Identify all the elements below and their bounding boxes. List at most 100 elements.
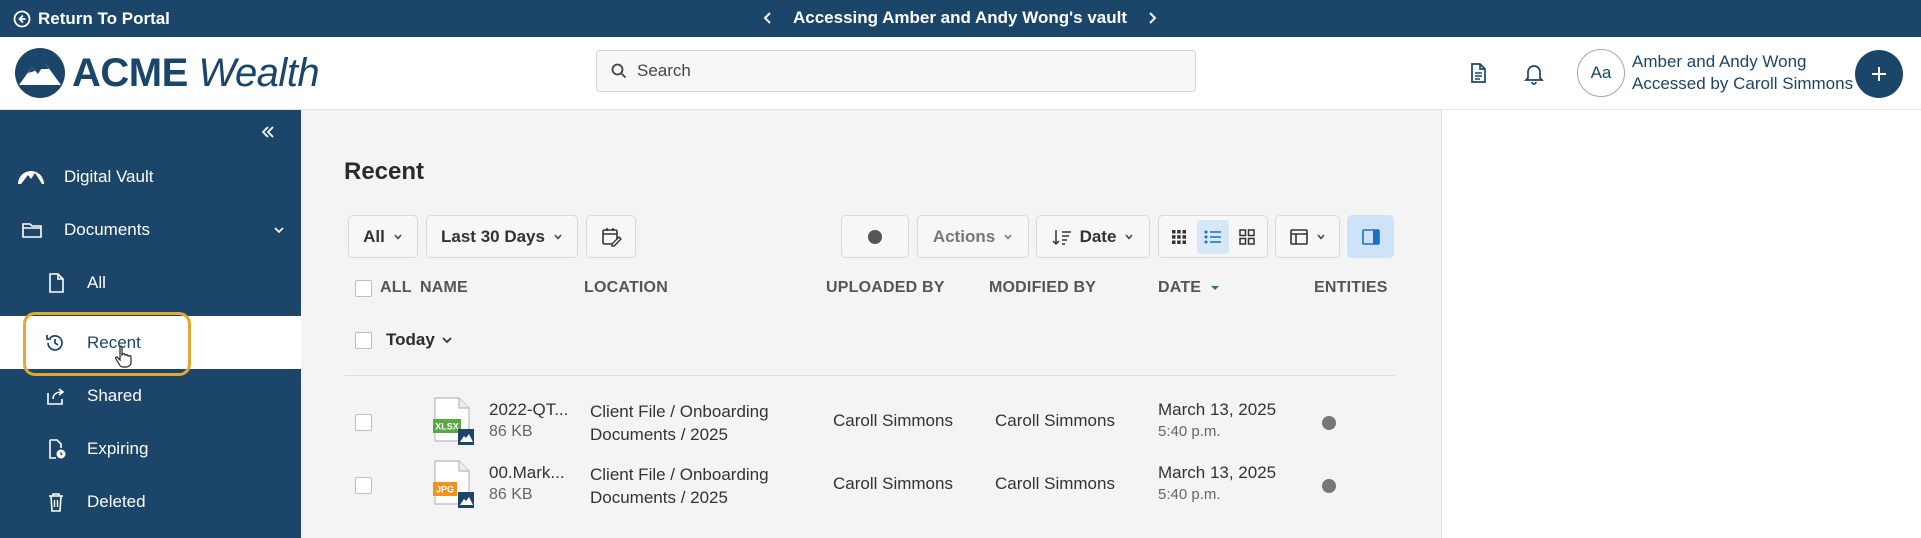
app-header: ACME Wealth Aa Amber and Andy Wong Acces… — [0, 37, 1921, 110]
column-header-location[interactable]: LOCATION — [584, 279, 668, 297]
share-icon — [47, 387, 65, 405]
chevron-down-icon — [554, 234, 562, 240]
file-time: 5:40 p.m. — [1158, 423, 1221, 440]
date-range-label: Last 30 Days — [441, 226, 545, 246]
file-size: 86 KB — [489, 423, 533, 440]
svg-text:XLSX: XLSX — [435, 422, 459, 432]
return-to-portal-label: Return To Portal — [38, 9, 170, 28]
column-header-all: ALL — [380, 279, 412, 296]
search-box[interactable] — [596, 50, 1196, 92]
history-icon — [46, 334, 63, 351]
file-clock-icon — [49, 438, 66, 459]
sidebar: Digital Vault Documents All Recent Share… — [0, 110, 301, 538]
column-header-date-label: DATE — [1158, 279, 1202, 296]
file-time: 5:40 p.m. — [1158, 486, 1221, 503]
chevron-left-icon[interactable] — [761, 11, 775, 25]
view-list-button[interactable] — [1197, 219, 1229, 254]
sidebar-item-all[interactable]: All — [0, 256, 301, 309]
sidebar-item-expiring[interactable]: Expiring — [0, 422, 301, 475]
user-info[interactable]: Amber and Andy Wong Accessed by Caroll S… — [1632, 51, 1853, 95]
list-icon — [1204, 230, 1221, 243]
portal-topbar: Return To Portal Accessing Amber and And… — [0, 0, 1921, 37]
actions-dropdown[interactable]: Actions — [917, 215, 1029, 258]
entity-dot-icon — [1322, 416, 1336, 430]
sidebar-item-label: Shared — [87, 385, 142, 405]
column-header-name[interactable]: NAME — [420, 279, 468, 297]
file-name[interactable]: 2022-QT... — [489, 400, 568, 420]
sidebar-item-documents[interactable]: Documents — [0, 203, 301, 256]
chevron-right-icon[interactable] — [1145, 11, 1159, 25]
sidebar-item-recent[interactable]: Recent — [0, 316, 301, 369]
location-line: Documents / 2025 — [590, 488, 728, 507]
details-panel — [1441, 110, 1921, 538]
column-header-date[interactable]: DATE — [1158, 279, 1220, 297]
modified-by: Caroll Simmons — [995, 474, 1115, 493]
folder-icon — [22, 222, 42, 238]
sidebar-item-shared[interactable]: Shared — [0, 369, 301, 422]
jpg-file-icon: JPG — [433, 460, 474, 508]
sidebar-item-deleted[interactable]: Deleted — [0, 475, 301, 528]
sort-icon — [1052, 229, 1071, 245]
column-header-entities[interactable]: ENTITIES — [1314, 279, 1388, 297]
chevron-down-icon — [1125, 234, 1133, 240]
chevron-down-icon — [394, 234, 402, 240]
row-checkbox[interactable] — [355, 477, 372, 494]
filter-all-dropdown[interactable]: All — [348, 215, 418, 258]
layout-icon — [1289, 228, 1308, 245]
chevron-down-icon — [442, 337, 452, 344]
modified-by: Caroll Simmons — [995, 411, 1115, 430]
svg-text:JPG: JPG — [436, 485, 454, 495]
toggle-details-panel-button[interactable] — [1347, 215, 1394, 258]
row-checkbox[interactable] — [355, 414, 372, 431]
user-name: Amber and Andy Wong — [1632, 52, 1807, 71]
user-accessed-by: Accessed by Caroll Simmons — [1632, 74, 1854, 93]
file-date: March 13, 2025 — [1158, 463, 1277, 482]
group-today[interactable]: Today — [345, 330, 453, 350]
group-checkbox[interactable] — [355, 331, 372, 349]
file-icon — [49, 272, 64, 293]
sort-dropdown[interactable]: Date — [1036, 215, 1150, 258]
sidebar-panel-icon — [1361, 228, 1380, 245]
uploaded-by: Caroll Simmons — [833, 474, 953, 493]
column-header-uploaded-by[interactable]: UPLOADED BY — [826, 279, 945, 297]
date-range-dropdown[interactable]: Last 30 Days — [426, 215, 578, 258]
status-dot-icon — [868, 229, 882, 244]
status-dot-button[interactable] — [841, 215, 909, 258]
sidebar-item-digital-vault[interactable]: Digital Vault — [0, 150, 301, 203]
chevron-down-icon — [274, 226, 284, 233]
bell-icon[interactable] — [1522, 61, 1546, 85]
collapse-sidebar-icon[interactable] — [259, 123, 277, 141]
grid-large-icon — [1239, 228, 1255, 245]
mountain-icon — [18, 170, 44, 184]
xlsx-file-icon: XLSX — [433, 397, 474, 445]
acme-logo[interactable]: ACME Wealth — [14, 47, 320, 99]
select-all-checkbox[interactable] — [355, 280, 372, 297]
table-row[interactable]: XLSX 2022-QT... 86 KB Client File / Onbo… — [345, 392, 1395, 452]
view-grid-large-button[interactable] — [1231, 220, 1263, 254]
plus-icon — [1872, 67, 1886, 81]
avatar[interactable]: Aa — [1577, 49, 1625, 97]
calendar-edit-button[interactable] — [586, 215, 636, 258]
view-mode-group — [1158, 215, 1268, 258]
calendar-edit-icon — [602, 227, 622, 247]
chevron-down-icon — [1316, 234, 1325, 240]
filter-all-label: All — [363, 226, 385, 246]
search-input[interactable] — [637, 61, 1177, 81]
file-location: Client File / Onboarding Documents / 202… — [590, 463, 769, 509]
return-to-portal-link[interactable]: Return To Portal — [13, 9, 170, 29]
sidebar-item-label: Documents — [64, 219, 150, 239]
search-icon — [611, 63, 627, 79]
arrow-left-circle-icon — [13, 10, 31, 28]
location-line: Documents / 2025 — [590, 425, 728, 444]
document-icon[interactable] — [1466, 61, 1490, 85]
table-row[interactable]: JPG 00.Mark... 86 KB Client File / Onboa… — [345, 455, 1395, 515]
column-header-modified-by[interactable]: MODIFIED BY — [989, 279, 1096, 297]
layout-dropdown[interactable] — [1275, 215, 1340, 258]
add-button[interactable] — [1855, 50, 1903, 98]
file-date: March 13, 2025 — [1158, 400, 1277, 419]
sidebar-item-label: Deleted — [87, 491, 146, 511]
view-grid-small-button[interactable] — [1163, 220, 1195, 254]
group-divider — [345, 375, 1395, 376]
location-line: Client File / Onboarding — [590, 402, 769, 421]
file-name[interactable]: 00.Mark... — [489, 463, 565, 483]
